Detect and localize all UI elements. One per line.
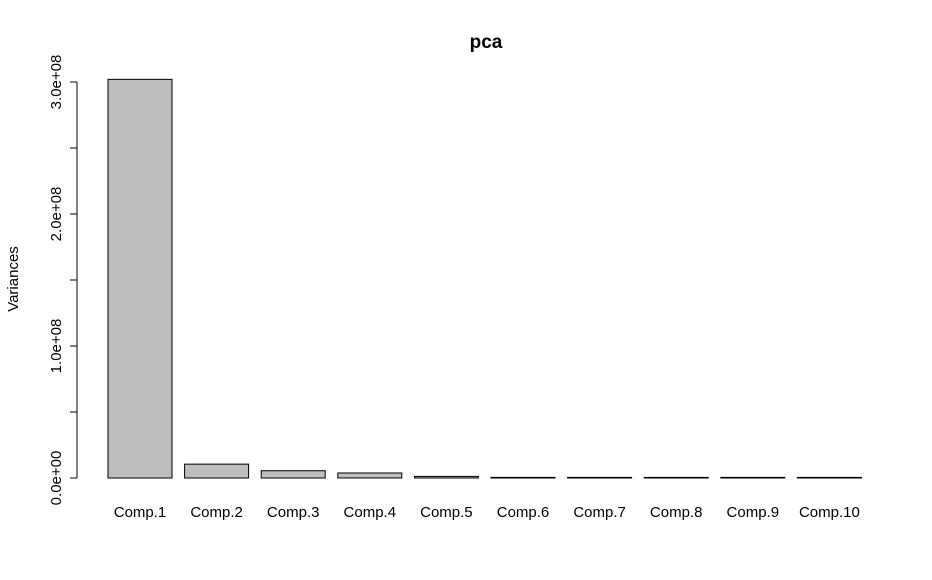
category-label: Comp.6 <box>497 504 550 521</box>
category-label: Comp.5 <box>420 504 473 521</box>
category-labels-group: Comp.1 Comp.2 Comp.3 Comp.4 Comp.5 Comp.6 Comp… <box>114 504 860 521</box>
y-axis-label: Variances <box>5 246 22 312</box>
y-tick-label: 3.0e+08 <box>48 55 65 110</box>
category-label: Comp.9 <box>727 504 780 521</box>
bar-comp-4 <box>337 472 403 479</box>
y-tick-label: 0.0e+00 <box>48 451 65 506</box>
bar-comp-1 <box>107 78 173 479</box>
category-label: Comp.3 <box>267 504 320 521</box>
chart-title: pca <box>470 32 503 53</box>
bars-group <box>107 78 862 479</box>
category-label: Comp.10 <box>799 504 860 521</box>
category-label: Comp.8 <box>650 504 703 521</box>
bar-comp-7 <box>567 476 633 479</box>
category-label: Comp.7 <box>573 504 626 521</box>
bar-comp-5 <box>413 475 479 479</box>
category-label: Comp.1 <box>114 504 167 521</box>
bar-chart: pca Variances 0.0e+00 1.0e+08 2.0e+08 3.0e+… <box>5 32 862 521</box>
y-axis: 0.0e+00 1.0e+08 2.0e+08 3.0e+08 <box>48 55 78 506</box>
bar-comp-8 <box>643 476 709 479</box>
bar-comp-9 <box>720 476 786 479</box>
bar-comp-3 <box>260 470 326 479</box>
bar-comp-10 <box>796 476 862 479</box>
chart-container: pca Variances 0.0e+00 1.0e+08 2.0e+08 3.0e+… <box>0 0 932 580</box>
bar-comp-6 <box>490 476 556 479</box>
category-label: Comp.4 <box>344 504 397 521</box>
y-tick-label: 2.0e+08 <box>48 187 65 242</box>
category-label: Comp.2 <box>190 504 243 521</box>
bar-comp-2 <box>184 463 250 479</box>
y-tick-label: 1.0e+08 <box>48 319 65 374</box>
